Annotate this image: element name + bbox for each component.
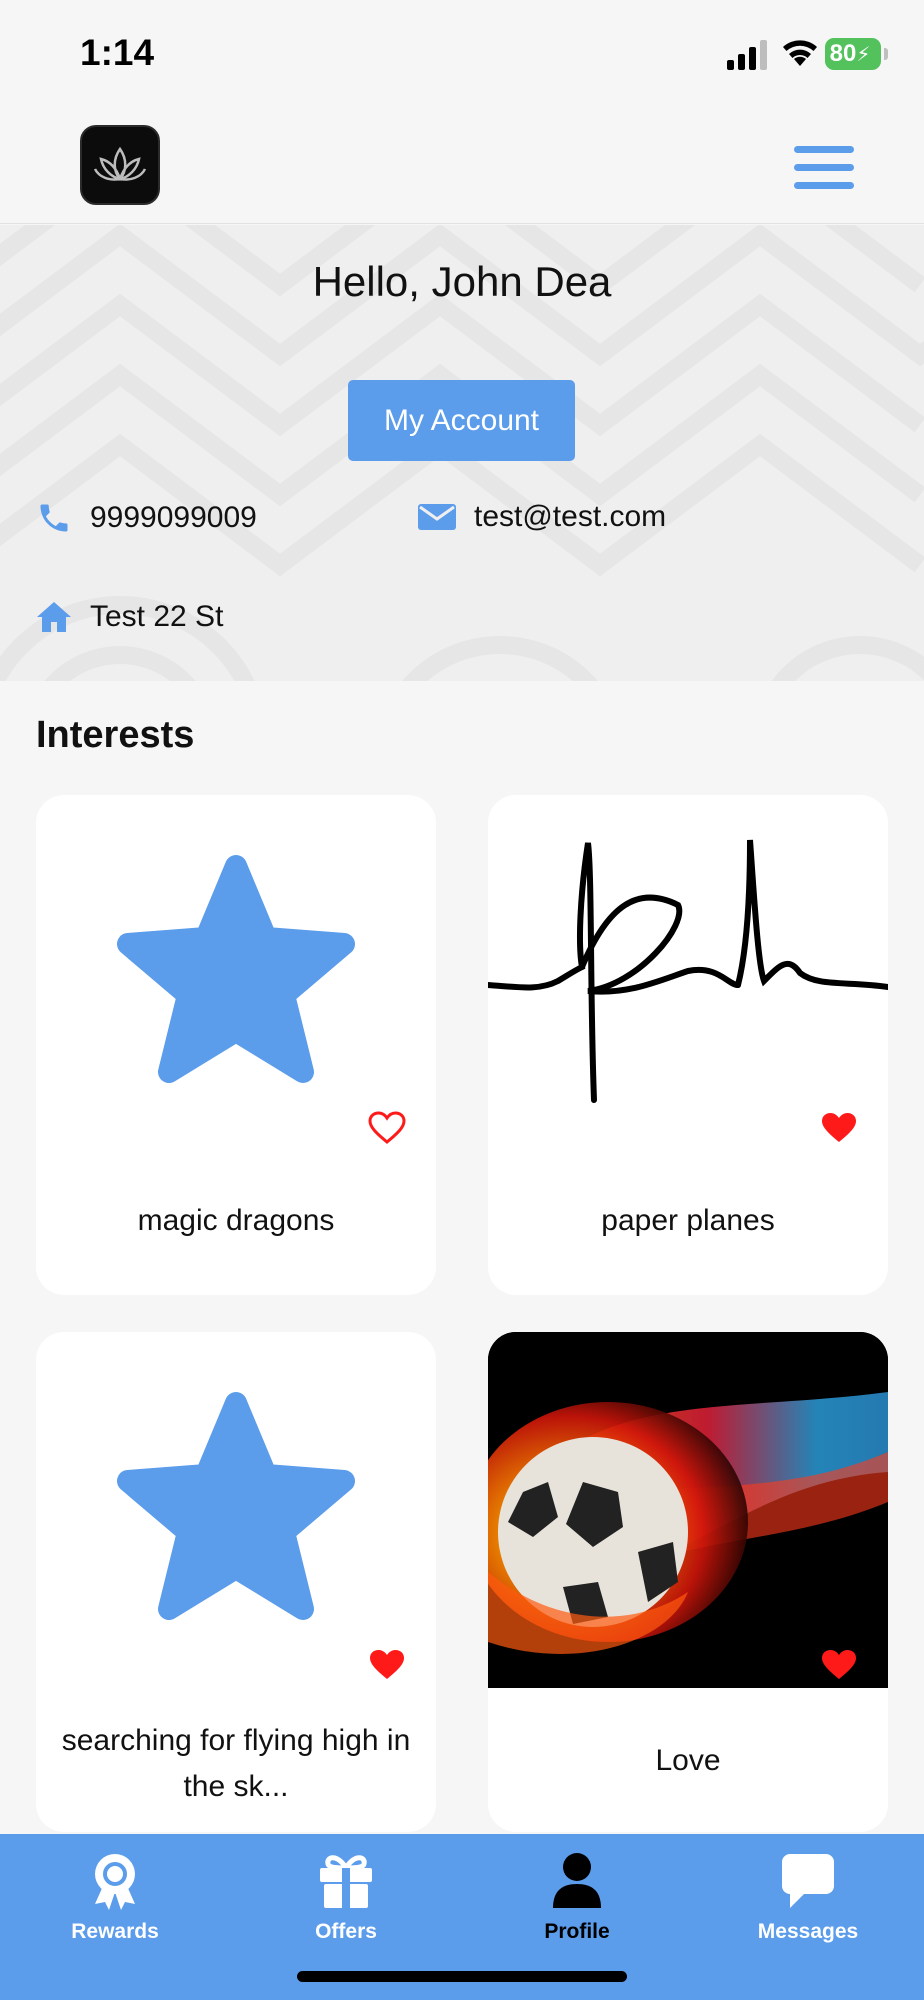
star-glyph: [117, 855, 355, 1083]
phone-number: 9999099009: [90, 501, 257, 534]
my-account-button[interactable]: My Account: [348, 380, 575, 461]
nav-profile[interactable]: Profile: [487, 1852, 667, 1972]
address-contact[interactable]: Test 22 St: [36, 600, 223, 634]
interest-card[interactable]: Love: [488, 1332, 888, 1832]
interest-card[interactable]: searching for flying high in the sk...: [36, 1332, 436, 1832]
lotus-logo-icon[interactable]: [80, 125, 160, 205]
soccer-ball-drawing: [488, 1332, 888, 1688]
heart-filled-icon[interactable]: [368, 1648, 406, 1682]
chat-icon: [782, 1854, 834, 1908]
interest-card[interactable]: magic dragons: [36, 795, 436, 1295]
flaming-soccer-ball-image: [488, 1332, 888, 1688]
battery-icon: 80 ⚡: [825, 38, 888, 70]
greeting-text: Hello, John Dea: [312, 258, 612, 305]
nav-label: Messages: [757, 1920, 859, 1943]
signature-drawing: [488, 839, 888, 1103]
nav-label: Rewards: [71, 1920, 159, 1943]
award-icon: [95, 1854, 135, 1910]
status-time: 1:14: [80, 32, 155, 73]
menu-bar: [794, 182, 854, 189]
nav-label: Profile: [544, 1920, 610, 1943]
menu-bar: [794, 146, 854, 153]
interest-card[interactable]: paper planes: [488, 795, 888, 1295]
phone-contact[interactable]: 9999099009: [36, 500, 257, 536]
nav-messages[interactable]: Messages: [718, 1852, 898, 1972]
home-indicator: [297, 1971, 627, 1982]
home-icon: [37, 602, 71, 632]
envelope-icon: [418, 504, 456, 530]
email-address: test@test.com: [474, 500, 667, 533]
signature-image: [488, 795, 888, 1151]
cellular-signal-icon: [727, 40, 767, 70]
interest-label: magic dragons: [137, 1204, 335, 1237]
star-icon: [36, 795, 436, 1151]
status-bar: 1:14 80 ⚡: [0, 0, 924, 110]
battery-level: 80: [829, 40, 857, 67]
nav-label: Offers: [315, 1920, 377, 1943]
lotus-glyph: [93, 146, 147, 181]
star-glyph: [117, 1392, 355, 1620]
address-text: Test 22 St: [90, 600, 224, 633]
interests-title: Interests: [36, 714, 195, 756]
app-header: [0, 110, 924, 224]
star-icon: [36, 1332, 436, 1688]
heart-filled-icon[interactable]: [820, 1111, 858, 1145]
nav-offers[interactable]: Offers: [256, 1852, 436, 1972]
phone-icon: [40, 504, 68, 532]
email-contact[interactable]: test@test.com: [418, 500, 666, 534]
user-icon: [553, 1853, 601, 1908]
heart-outline-icon[interactable]: [368, 1111, 406, 1145]
interest-label: Love: [655, 1744, 721, 1777]
nav-rewards[interactable]: Rewards: [25, 1852, 205, 1972]
interest-label: paper planes: [601, 1204, 775, 1237]
hamburger-menu-icon[interactable]: [792, 136, 856, 196]
gift-icon: [320, 1855, 372, 1908]
charging-bolt-icon: ⚡: [856, 43, 871, 66]
wifi-icon: [783, 40, 817, 66]
menu-bar: [794, 164, 854, 171]
interest-label: searching for flying high in the sk...: [61, 1724, 411, 1803]
heart-filled-icon[interactable]: [820, 1648, 858, 1682]
